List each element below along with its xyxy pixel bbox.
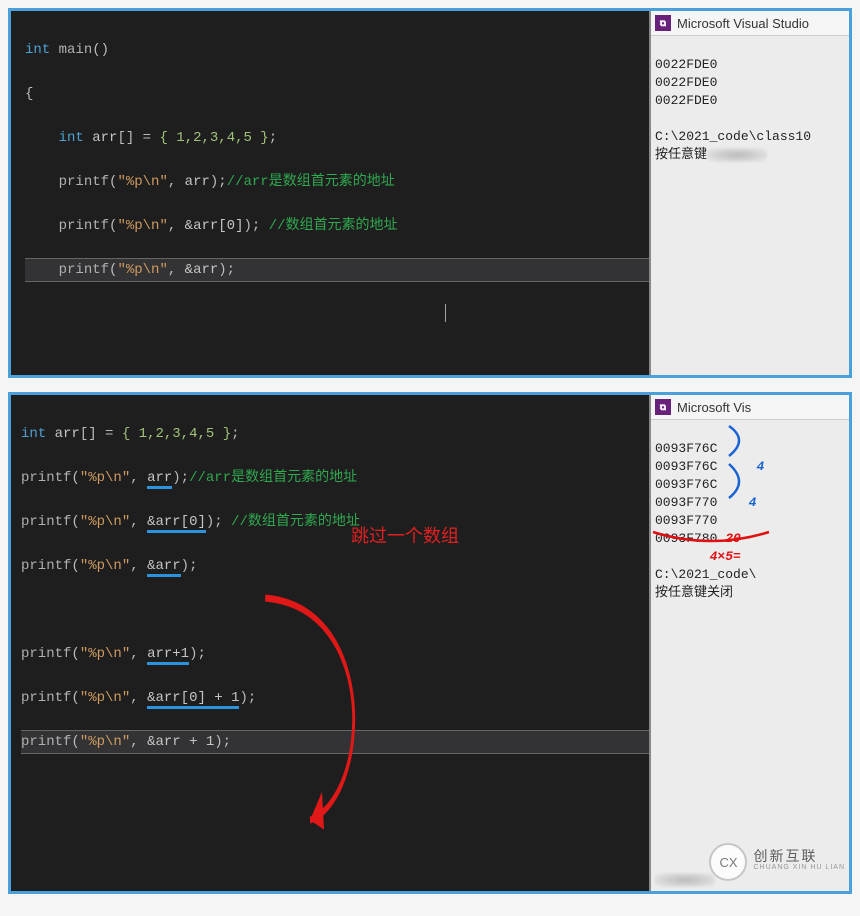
array-literal: { 1,2,3,4,5 } xyxy=(159,130,268,146)
console-titlebar[interactable]: ⧉ Microsoft Visual Studio xyxy=(651,11,849,36)
keyword-int: int xyxy=(25,42,50,58)
text-caret xyxy=(445,304,446,322)
code-editor-top[interactable]: int main() { int arr[] = { 1,2,3,4,5 }; … xyxy=(11,11,649,375)
console-title: Microsoft Vis xyxy=(677,400,751,415)
out-line: 0093F76C xyxy=(655,459,717,474)
arg-arr0-underlined: &arr[0] xyxy=(147,514,206,533)
out-line: 按任意键关闭 xyxy=(655,585,733,600)
arg-amp-arr-plus1: &arr + 1 xyxy=(147,734,214,750)
console-output: 0022FDE0 0022FDE0 0022FDE0 C:\2021_code\… xyxy=(651,36,849,184)
out-line: 0022FDE0 xyxy=(655,57,717,72)
console-output: 0093F76C 0093F76C 4 0093F76C 0093F770 4 … xyxy=(651,420,849,640)
code-editor-bottom[interactable]: int arr[] = { 1,2,3,4,5 }; printf("%p\n"… xyxy=(11,395,649,891)
smudge xyxy=(707,148,767,162)
parens: () xyxy=(92,42,109,58)
arg-arr0-plus1: &arr[0] + 1 xyxy=(147,690,239,709)
identifier-arr: arr xyxy=(92,130,117,146)
panel-bottom: int arr[] = { 1,2,3,4,5 }; printf("%p\n"… xyxy=(8,392,852,894)
arg-arr-plus1: arr+1 xyxy=(147,646,189,665)
vs-icon: ⧉ xyxy=(655,399,671,415)
hand-note-red: 20 xyxy=(725,531,741,546)
smudge xyxy=(655,873,715,887)
brace-open: { xyxy=(25,86,33,102)
console-titlebar[interactable]: ⧉ Microsoft Vis xyxy=(651,395,849,420)
watermark-cn: 创新互联 xyxy=(753,850,845,862)
out-line: 0093F770 xyxy=(655,495,717,510)
watermark: CX 创新互联 CHUANG XIN HU LIAN xyxy=(709,843,845,881)
brackets: [] xyxy=(117,130,134,146)
out-line: 0022FDE0 xyxy=(655,93,717,108)
out-line: 0093F76C xyxy=(655,441,717,456)
console-bottom: ⧉ Microsoft Vis 0093F76C 0093F76C 4 0093… xyxy=(649,395,849,891)
arg-amp-arr-underlined: &arr xyxy=(147,558,181,577)
arg-arr0: &arr[0] xyxy=(185,218,244,234)
out-line: 0093F780 xyxy=(655,531,717,546)
comment-text: 是数组首元素的地址 xyxy=(269,174,395,190)
console-title: Microsoft Visual Studio xyxy=(677,16,809,31)
out-line: C:\2021_code\ xyxy=(655,567,756,582)
out-line: 0093F76C xyxy=(655,477,717,492)
vs-icon: ⧉ xyxy=(655,15,671,31)
hand-note-blue: 4 xyxy=(749,495,757,510)
equals-op: = xyxy=(134,130,159,146)
out-line: 0093F770 xyxy=(655,513,717,528)
watermark-logo: CX xyxy=(709,843,747,881)
annotation-red-text: 跳过一个数组 xyxy=(351,525,459,547)
out-line: 按任意键 xyxy=(655,147,707,162)
semi: ; xyxy=(269,130,277,146)
console-top: ⧉ Microsoft Visual Studio 0022FDE0 0022F… xyxy=(649,11,849,375)
identifier-main: main xyxy=(59,42,93,58)
keyword-int: int xyxy=(59,130,84,146)
out-line: 0022FDE0 xyxy=(655,75,717,90)
out-line: C:\2021_code\class10 xyxy=(655,129,811,144)
string-fmt: "%p\n" xyxy=(117,174,167,190)
hand-note-blue: 4 xyxy=(756,459,764,474)
arg-amp-arr: &arr xyxy=(185,262,219,278)
hand-note-red-expr: 4×5= xyxy=(710,549,741,564)
comment-prefix: //arr xyxy=(227,174,269,190)
panel-top: int main() { int arr[] = { 1,2,3,4,5 }; … xyxy=(8,8,852,378)
fn-printf: printf xyxy=(59,174,109,190)
arg-arr: arr xyxy=(185,174,210,190)
arg-arr-underlined: arr xyxy=(147,470,172,489)
watermark-en: CHUANG XIN HU LIAN xyxy=(753,862,845,874)
